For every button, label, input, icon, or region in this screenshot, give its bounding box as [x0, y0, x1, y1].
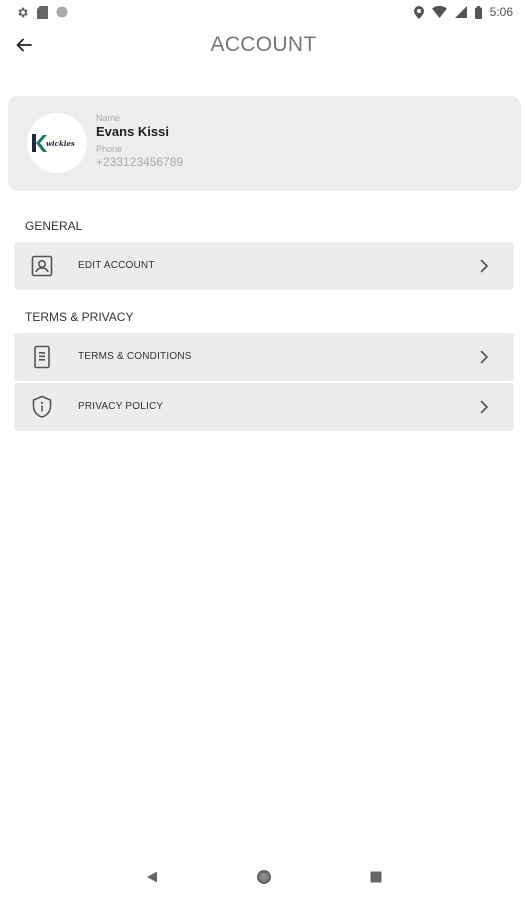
gear-icon: [16, 6, 29, 19]
profile-name: Evans Kissi: [96, 124, 169, 139]
profile-card: wickles Name Evans Kissi Phone +23312345…: [8, 96, 521, 191]
page-title: ACCOUNT: [210, 33, 317, 56]
battery-icon: [474, 5, 482, 19]
home-circle-icon: [256, 869, 272, 890]
chevron-right-icon: [476, 399, 492, 415]
terms-conditions-button[interactable]: TERMS & CONDITIONS: [14, 333, 514, 381]
phone-label: Phone: [96, 144, 123, 154]
nav-recents-button[interactable]: [367, 870, 385, 888]
nav-home-button[interactable]: [255, 869, 273, 890]
chevron-right-icon: [476, 349, 492, 365]
wifi-icon: [431, 6, 447, 18]
avatar: wickles: [27, 113, 87, 173]
status-bar-left: [16, 5, 68, 19]
privacy-policy-label: PRIVACY POLICY: [78, 401, 164, 412]
terms-conditions-label: TERMS & CONDITIONS: [78, 351, 192, 362]
kwickles-logo: wickles: [32, 134, 75, 152]
status-time: 5:06: [489, 5, 513, 19]
location-icon: [413, 5, 424, 19]
edit-account-label: EDIT ACCOUNT: [78, 260, 155, 271]
privacy-policy-button[interactable]: PRIVACY POLICY: [14, 383, 514, 431]
document-icon: [30, 345, 54, 369]
sd-card-icon: [37, 5, 48, 19]
shield-info-icon: [30, 395, 54, 419]
circle-icon: [56, 6, 68, 18]
profile-phone: +233123456789: [96, 155, 184, 169]
name-label: Name: [96, 113, 121, 123]
nav-back-button[interactable]: [143, 870, 161, 888]
svg-text:wickles: wickles: [46, 139, 75, 148]
system-nav-bar: [0, 858, 527, 900]
contact-card-icon: [30, 254, 54, 278]
back-triangle-icon: [146, 870, 158, 888]
edit-account-button[interactable]: EDIT ACCOUNT: [14, 242, 514, 290]
status-bar-right: 5:06: [413, 5, 513, 19]
section-header-terms: TERMS & PRIVACY: [25, 310, 134, 324]
profile-info: Name Evans Kissi Phone +233123456789: [96, 113, 183, 170]
recents-square-icon: [370, 870, 382, 888]
section-header-general: GENERAL: [25, 219, 83, 233]
signal-icon: [454, 6, 467, 18]
chevron-right-icon: [476, 258, 492, 274]
app-bar: ACCOUNT: [0, 24, 527, 70]
status-bar: 5:06: [0, 0, 527, 24]
